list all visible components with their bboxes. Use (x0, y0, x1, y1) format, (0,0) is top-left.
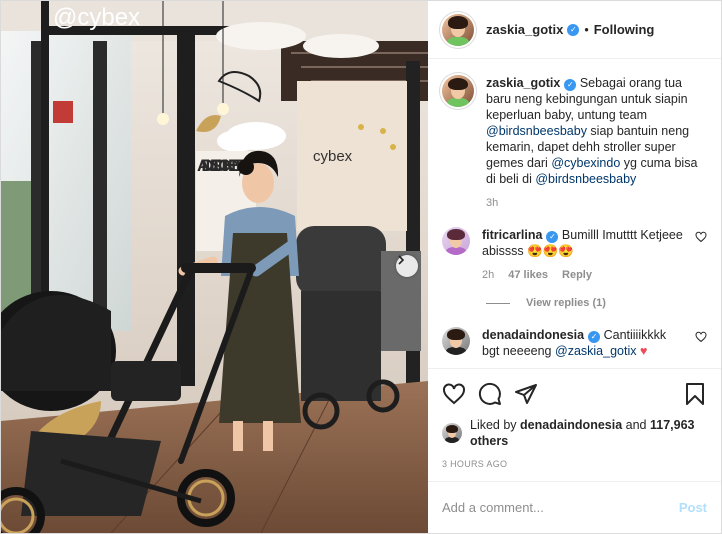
post-timestamp[interactable]: 3 HOURS AGO (442, 459, 707, 469)
comments-list[interactable]: zaskia_gotix ✓ Sebagai orang tua baru nen… (428, 59, 721, 368)
view-replies-button[interactable]: View replies (1) (486, 297, 707, 309)
next-arrow-icon (398, 255, 405, 265)
commenter-avatar[interactable] (442, 327, 470, 355)
comment-mention[interactable]: @zaskia_gotix (555, 344, 636, 358)
heart-icon[interactable] (442, 382, 466, 406)
verified-icon: ✓ (546, 231, 559, 243)
view-replies-label: View replies (1) (526, 297, 606, 309)
author-avatar[interactable] (442, 13, 474, 46)
add-comment-input[interactable] (442, 500, 679, 515)
caption-mention-1[interactable]: @birdsnbeesbaby (486, 124, 587, 138)
comment-likes[interactable]: 47 likes (508, 269, 548, 281)
liked-by-prefix: Liked by (470, 418, 517, 432)
following-button[interactable]: Following (594, 22, 655, 37)
store-scene-illustration: @cybex ADULT SUCK HENE REE cybex (1, 1, 428, 533)
action-bar (442, 377, 707, 411)
caption-meta: 3h (486, 197, 707, 209)
post-photo[interactable]: @cybex ADULT SUCK HENE REE cybex (1, 1, 428, 533)
wall-brand-sign: cybex (313, 148, 353, 165)
header-separator: • (584, 22, 589, 37)
verified-icon: ✓ (564, 79, 577, 91)
caption-time[interactable]: 3h (486, 197, 498, 209)
reply-button[interactable]: Reply (562, 269, 592, 281)
comment-icon[interactable] (478, 382, 502, 406)
caption: zaskia_gotix ✓ Sebagai orang tua baru nen… (442, 75, 707, 209)
caption-avatar[interactable] (442, 75, 474, 107)
caption-username[interactable]: zaskia_gotix (486, 76, 560, 90)
brand-sign: @cybex (53, 4, 140, 31)
next-photo-button[interactable] (396, 255, 418, 277)
liker-avatar[interactable] (442, 423, 462, 443)
liked-by-and: and (625, 418, 647, 432)
author-username[interactable]: zaskia_gotix (486, 22, 563, 37)
verified-icon: ✓ (588, 331, 601, 343)
comment-username[interactable]: fitricarlina (482, 228, 542, 242)
post-comment-button[interactable]: Post (679, 500, 707, 515)
comment-item: fitricarlina ✓ Bumilll Imutttt Ketjeee ab… (442, 227, 707, 281)
post-side-panel: zaskia_gotix ✓ • Following zaskia_gotix ✓… (428, 1, 721, 533)
comment-time[interactable]: 2h (482, 269, 494, 281)
comment-username[interactable]: denadaindonesia (482, 328, 584, 342)
share-icon[interactable] (514, 382, 538, 406)
commenter-avatar[interactable] (442, 227, 470, 255)
comment-item: denadaindonesia ✓ Cantiiiikkkk bgt neeeen… (442, 327, 707, 359)
replies-divider (486, 302, 510, 304)
post-modal: @cybex ADULT SUCK HENE REE cybex (0, 0, 722, 534)
comment-like-heart-icon[interactable] (695, 231, 707, 243)
likes-summary: Liked by denadaindonesia and 117,963 oth… (442, 417, 707, 449)
caption-mention-3[interactable]: @birdsnbeesbaby (535, 172, 636, 186)
verified-icon: ✓ (567, 23, 580, 36)
add-comment-bar: Post (428, 481, 721, 533)
comment-like-heart-icon[interactable] (695, 331, 707, 343)
comment-meta: 2h 47 likes Reply (482, 269, 683, 281)
post-actions: Liked by denadaindonesia and 117,963 oth… (428, 368, 721, 481)
red-heart-emoji: ♥ (639, 344, 648, 358)
liked-by-user[interactable]: denadaindonesia (520, 418, 622, 432)
bookmark-icon[interactable] (683, 382, 707, 406)
post-header: zaskia_gotix ✓ • Following (428, 1, 721, 59)
caption-mention-2[interactable]: @cybexindo (551, 156, 620, 170)
